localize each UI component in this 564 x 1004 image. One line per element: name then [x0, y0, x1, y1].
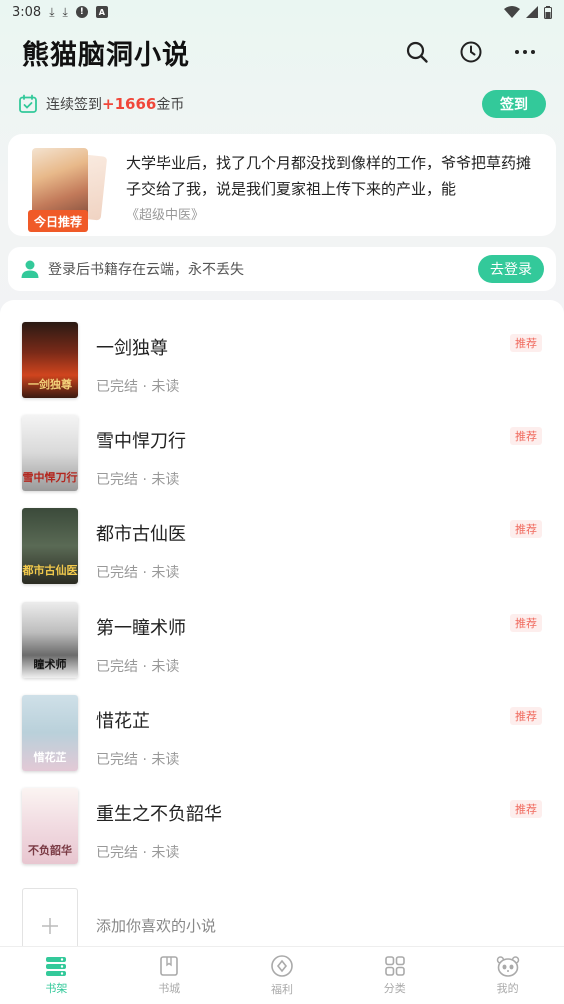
- book-item[interactable]: 瞳术师 第一瞳术师 已完结 · 未读 推荐: [22, 602, 542, 682]
- book-cover: 都市古仙医: [22, 508, 78, 584]
- checkin-row: 连续签到+1666金币 签到: [18, 88, 546, 120]
- calendar-check-icon: [19, 94, 37, 113]
- recommend-tag: 推荐: [510, 800, 542, 818]
- search-button[interactable]: [400, 35, 434, 69]
- book-cover: 瞳术师: [22, 602, 78, 678]
- book-item[interactable]: 惜花芷 惜花芷 已完结 · 未读 推荐: [22, 695, 542, 775]
- book-item[interactable]: 不负韶华 重生之不负韶华 已完结 · 未读 推荐: [22, 788, 542, 868]
- book-cover-text: 都市古仙医: [22, 564, 78, 577]
- welfare-icon: [271, 955, 293, 977]
- book-title: 重生之不负韶华: [96, 804, 222, 825]
- book-cover: 不负韶华: [22, 788, 78, 864]
- login-prompt-bar: 登录后书籍存在云端，永不丢失 去登录: [8, 247, 556, 291]
- tab-category[interactable]: 分类: [338, 947, 451, 1004]
- book-item[interactable]: 一剑独尊 一剑独尊 已完结 · 未读 推荐: [22, 322, 542, 402]
- recommendation-book-title: 《超级中医》: [126, 208, 205, 223]
- checkin-prefix: 连续签到: [46, 97, 102, 113]
- download-icon: ⤓: [62, 4, 68, 19]
- status-time: 3:08: [12, 4, 42, 20]
- tab-label: 书架: [45, 982, 68, 995]
- book-title: 一剑独尊: [96, 338, 168, 359]
- tab-label: 分类: [383, 982, 406, 995]
- bookstore-icon: [160, 956, 178, 976]
- checkin-suffix: 金币: [156, 97, 185, 113]
- tab-bookshelf[interactable]: 书架: [0, 947, 113, 1004]
- book-cover-text: 惜花芷: [33, 751, 67, 764]
- add-book-row[interactable]: 添加你喜欢的小说: [22, 888, 542, 964]
- status-bar: 3:08 ⤓ ⤓ ! A: [0, 0, 564, 24]
- recommendation-description: 大学毕业后，找了几个月都没找到像样的工作，爷爷把草药摊子交给了我，说是我们夏家祖…: [126, 154, 532, 198]
- recommendation-cover: 今日推荐: [28, 146, 112, 232]
- download-icon: ⤓: [49, 4, 55, 19]
- daily-recommendation-card[interactable]: 今日推荐 大学毕业后，找了几个月都没找到像样的工作，爷爷把草药摊子交给了我，说是…: [8, 134, 556, 236]
- bottom-tab-bar: 书架 书城 福利 分类 我的: [0, 946, 564, 1004]
- book-title: 雪中悍刀行: [96, 431, 186, 452]
- category-icon: [384, 956, 405, 976]
- book-item[interactable]: 都市古仙医 都市古仙医 已完结 · 未读 推荐: [22, 508, 542, 588]
- bookshelf-icon: [46, 957, 67, 976]
- book-cover: 雪中悍刀行: [22, 415, 78, 491]
- book-title: 惜花芷: [96, 711, 150, 732]
- battery-icon: [544, 5, 552, 19]
- recommendation-badge: 今日推荐: [28, 210, 89, 232]
- book-cover: 惜花芷: [22, 695, 78, 771]
- recommend-tag: 推荐: [510, 334, 542, 352]
- book-cover-text: 一剑独尊: [28, 378, 72, 391]
- app-header: 熊猫脑洞小说: [0, 26, 564, 78]
- recommend-tag: 推荐: [510, 614, 542, 632]
- login-prompt-text: 登录后书籍存在云端，永不丢失: [48, 262, 244, 278]
- user-icon: [21, 260, 39, 278]
- search-icon: [406, 41, 428, 63]
- tab-label: 书城: [158, 982, 181, 995]
- book-status: 已完结 · 未读: [96, 845, 180, 861]
- recommend-tag: 推荐: [510, 427, 542, 445]
- book-status: 已完结 · 未读: [96, 565, 180, 581]
- plus-icon: [42, 918, 58, 934]
- book-item[interactable]: 雪中悍刀行 雪中悍刀行 已完结 · 未读 推荐: [22, 415, 542, 495]
- recommend-tag: 推荐: [510, 707, 542, 725]
- checkin-bonus: +1666: [102, 95, 157, 113]
- app-title: 熊猫脑洞小说: [22, 39, 190, 71]
- signal-icon: [526, 6, 538, 18]
- book-cover: 一剑独尊: [22, 322, 78, 398]
- tab-profile[interactable]: 我的: [451, 947, 564, 1004]
- tab-welfare[interactable]: 福利: [226, 947, 339, 1004]
- bookshelf: 一剑独尊 一剑独尊 已完结 · 未读 推荐 雪中悍刀行 雪中悍刀行 已完结 · …: [0, 300, 564, 964]
- panda-profile-icon: [496, 956, 519, 977]
- more-button[interactable]: [508, 35, 542, 69]
- tab-bookstore[interactable]: 书城: [113, 947, 226, 1004]
- app-notification-icon: A: [95, 6, 108, 18]
- checkin-button[interactable]: 签到: [482, 90, 546, 118]
- book-status: 已完结 · 未读: [96, 752, 180, 768]
- book-cover-text: 不负韶华: [28, 844, 72, 857]
- checkin-text: 连续签到+1666金币: [46, 94, 184, 114]
- wifi-icon: [504, 6, 520, 18]
- book-status: 已完结 · 未读: [96, 659, 180, 675]
- alert-icon: !: [75, 6, 88, 18]
- tab-label: 我的: [496, 982, 519, 995]
- login-button[interactable]: 去登录: [478, 255, 544, 283]
- book-cover-text: 雪中悍刀行: [22, 471, 78, 484]
- book-title: 第一瞳术师: [96, 618, 186, 639]
- tab-label: 福利: [270, 983, 293, 996]
- book-cover-text: 瞳术师: [33, 658, 67, 671]
- add-book-text: 添加你喜欢的小说: [96, 916, 217, 935]
- book-title: 都市古仙医: [96, 524, 186, 545]
- book-status: 已完结 · 未读: [96, 379, 180, 395]
- history-button[interactable]: [454, 35, 488, 69]
- clock-icon: [460, 41, 482, 63]
- recommend-tag: 推荐: [510, 520, 542, 538]
- more-dots-icon: [515, 50, 535, 54]
- book-status: 已完结 · 未读: [96, 472, 180, 488]
